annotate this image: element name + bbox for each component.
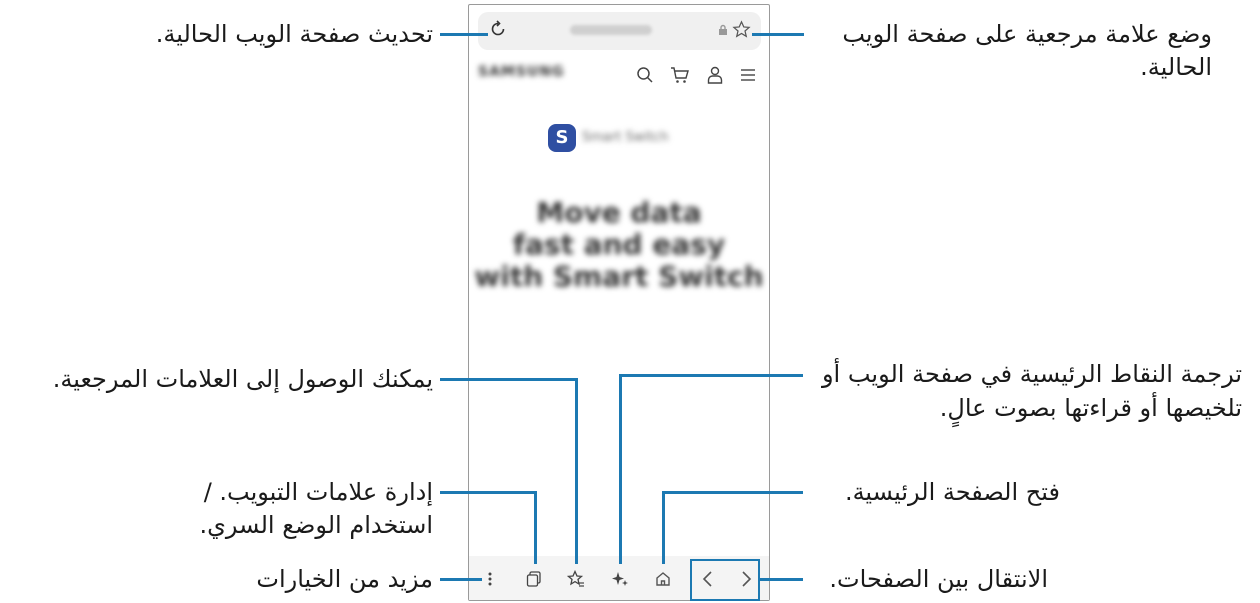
forward-icon[interactable]: [740, 571, 752, 587]
annotation-refresh: تحديث صفحة الويب الحالية.: [155, 20, 433, 48]
callout-line-home-h: [662, 491, 803, 494]
url-text: [570, 25, 652, 35]
annotation-bookmark-line1: وضع علامة مرجعية على صفحة الويب: [842, 20, 1212, 48]
app-name: Smart Switch: [582, 130, 669, 145]
annotation-more: مزيد من الخيارات: [256, 565, 433, 593]
cart-icon[interactable]: [670, 66, 690, 84]
callout-line-navigate: [760, 578, 803, 581]
hero-line-1: Move data: [536, 196, 702, 229]
bookmark-star-icon[interactable]: [732, 20, 751, 39]
bookmarks-icon[interactable]: [567, 570, 585, 588]
callout-line-more: [440, 578, 482, 581]
annotation-bookmark-line2: الحالية.: [1140, 53, 1212, 81]
site-logo[interactable]: SAMSUNG: [478, 64, 565, 80]
callout-line-ai-h: [619, 374, 803, 377]
annotation-ai-line2: تلخيصها أو قراءتها بصوت عالٍ.: [939, 394, 1242, 422]
callout-line-ai-v: [619, 374, 622, 564]
account-icon[interactable]: [707, 66, 723, 84]
annotation-bookmarks-access: يمكنك الوصول إلى العلامات المرجعية.: [52, 365, 433, 393]
back-icon[interactable]: [702, 571, 714, 587]
callout-line-bookmarks-v: [575, 378, 578, 564]
search-icon[interactable]: [636, 66, 654, 84]
menu-icon[interactable]: [740, 68, 756, 82]
annotation-home: فتح الصفحة الرئيسية.: [844, 478, 1060, 506]
hero-line-3: with Smart Switch: [474, 260, 764, 293]
annotation-tabs-line1: إدارة علامات التبويب. /: [203, 478, 433, 506]
home-icon[interactable]: [655, 571, 671, 587]
callout-line-bookmarks-h: [440, 378, 577, 381]
callout-line-tabs-h: [440, 491, 536, 494]
refresh-icon[interactable]: [489, 20, 507, 38]
app-badge: S: [548, 124, 576, 152]
callout-line-home-v: [662, 491, 665, 564]
lock-icon: [719, 24, 727, 35]
annotation-ai-line1: ترجمة النقاط الرئيسية في صفحة الويب أو: [821, 360, 1242, 388]
callout-line-refresh: [440, 33, 488, 36]
more-options-icon[interactable]: [487, 571, 493, 587]
callout-line-tabs-v: [534, 491, 537, 564]
annotation-navigate: الانتقال بين الصفحات.: [829, 565, 1048, 593]
hero-line-2: fast and easy: [512, 228, 726, 261]
tabs-icon[interactable]: [526, 571, 542, 587]
annotation-tabs-line2: استخدام الوضع السري.: [199, 511, 433, 539]
ai-sparkle-icon[interactable]: [611, 570, 629, 588]
callout-line-bookmark: [752, 33, 804, 36]
